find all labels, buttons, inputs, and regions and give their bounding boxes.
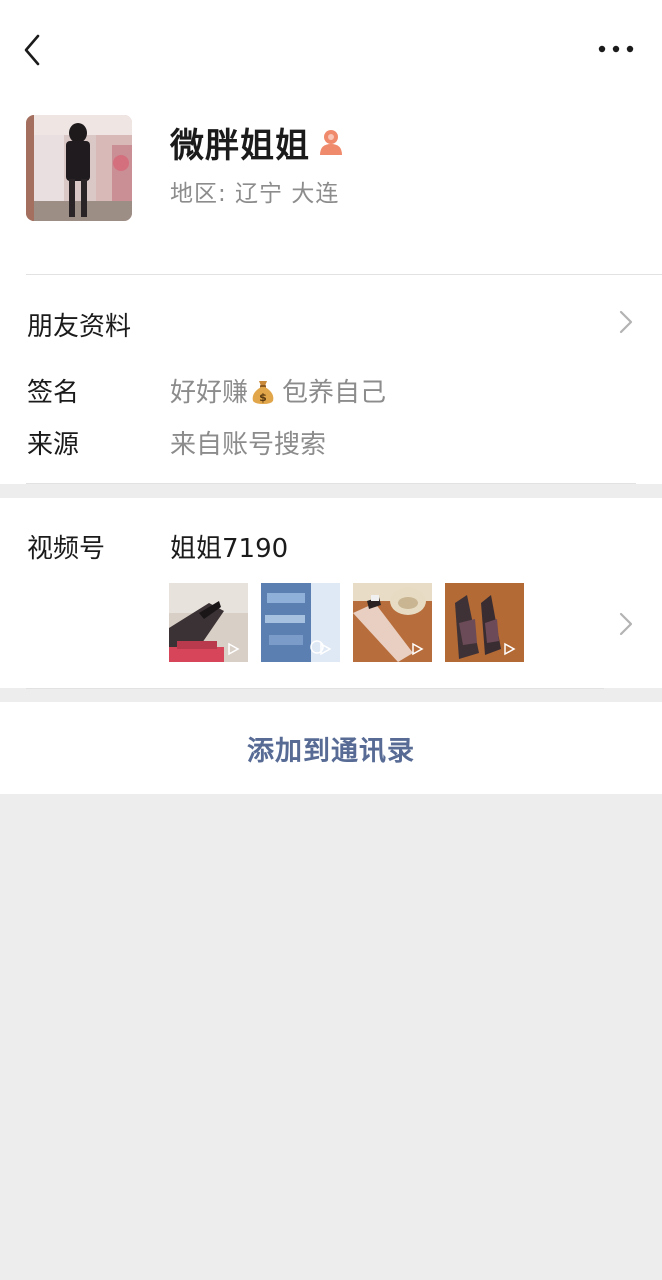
add-contact-button[interactable]: 添加到通讯录 xyxy=(0,702,662,794)
profile-card xyxy=(0,0,662,484)
source-value: 来自账号搜索 xyxy=(170,430,327,460)
thumb-image xyxy=(169,583,248,662)
more-dots-icon xyxy=(598,45,634,53)
chevron-right-icon xyxy=(619,310,633,334)
money-bag-icon: $ xyxy=(252,381,274,404)
more-button[interactable] xyxy=(596,38,636,60)
channels-label: 视频号 xyxy=(27,534,106,564)
signature-text-before: 好好赚 xyxy=(170,378,249,408)
signature-label: 签名 xyxy=(27,378,80,408)
nickname: 微胖姐姐 xyxy=(170,125,310,166)
svg-text:$: $ xyxy=(259,391,267,404)
signature-text-after: 包养自己 xyxy=(282,378,387,408)
video-thumb-1[interactable] xyxy=(169,583,248,662)
chevron-right-icon[interactable] xyxy=(618,610,634,638)
channels-name: 姐姐7190 xyxy=(170,534,289,564)
signature-value: 好好赚 $ 包养自己 xyxy=(170,372,386,409)
avatar[interactable] xyxy=(26,115,132,221)
video-thumb-3[interactable] xyxy=(353,583,432,662)
chevron-left-icon xyxy=(24,34,40,66)
nickname-row: 微胖姐姐 xyxy=(170,118,344,166)
friend-info-row[interactable]: 朋友资料 xyxy=(0,290,662,356)
avatar-image xyxy=(26,115,132,221)
video-thumb-4[interactable] xyxy=(445,583,524,662)
back-button[interactable] xyxy=(18,32,48,68)
video-thumb-2[interactable] xyxy=(261,583,340,662)
thumb-image xyxy=(353,583,432,662)
divider xyxy=(26,483,636,484)
thumb-image xyxy=(445,583,524,662)
female-icon xyxy=(320,130,342,155)
friend-info-label: 朋友资料 xyxy=(27,312,132,342)
source-label: 来源 xyxy=(27,430,80,460)
divider xyxy=(26,688,604,689)
divider xyxy=(26,274,662,275)
thumb-image xyxy=(261,583,340,662)
region-text: 地区: 辽宁 大连 xyxy=(170,181,340,207)
